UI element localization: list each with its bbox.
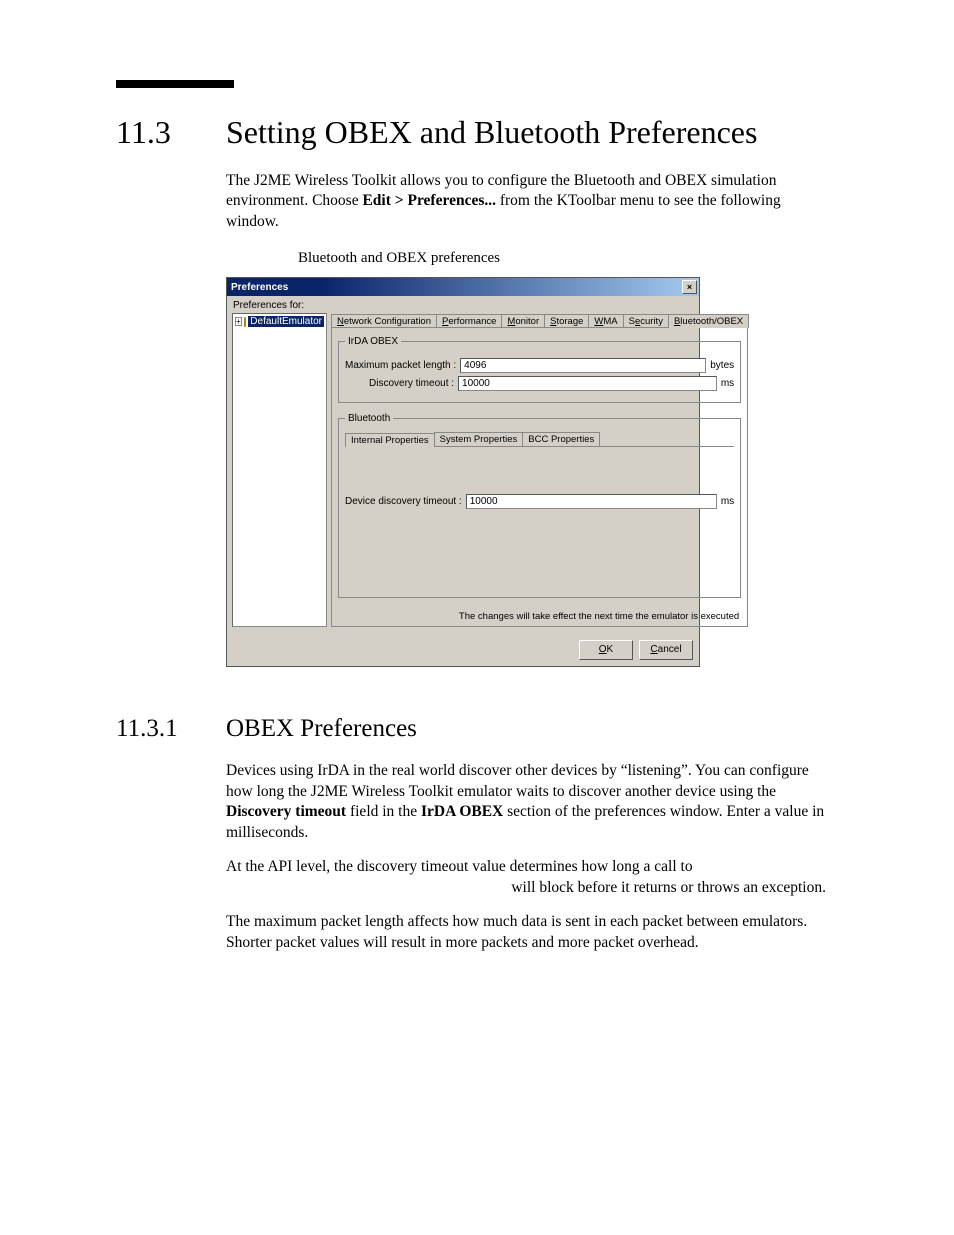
tree-node-label: DefaultEmulator [248,316,324,327]
bluetooth-legend: Bluetooth [345,413,393,424]
irda-obex-group: IrDA OBEX Maximum packet length : bytes … [338,336,741,403]
menu-path-bold: Edit > Preferences... [362,192,496,209]
subsection-paragraph-2: At the API level, the discovery timeout … [226,857,826,898]
subtab-system-properties[interactable]: System Properties [434,432,524,446]
preferences-window: Preferences × Preferences for: + Default… [226,277,700,667]
subtab-internal-properties[interactable]: Internal Properties [345,433,435,447]
folder-icon [244,317,247,327]
bluetooth-subtabs: Internal Properties System Properties BC… [345,432,734,447]
device-discovery-unit: ms [721,496,734,507]
section-heading: 11.3 Setting OBEX and Bluetooth Preferen… [116,114,868,151]
section-paragraph-1: The J2ME Wireless Toolkit allows you to … [226,171,826,232]
window-titlebar: Preferences × [227,278,699,296]
subsection-heading: 11.3.1 OBEX Preferences [116,715,868,743]
figure-caption: Bluetooth and OBEX preferences [298,250,826,267]
text: Devices using IrDA in the real world dis… [226,762,809,799]
cancel-label: ancel [658,644,682,655]
bold-irda-obex: IrDA OBEX [421,803,503,820]
tab-storage[interactable]: Storage [544,314,589,327]
emulator-tree[interactable]: + DefaultEmulator [232,313,327,627]
subtab-bcc-properties[interactable]: BCC Properties [522,432,600,446]
ok-button[interactable]: OK [579,640,633,660]
tab-security[interactable]: Security [623,314,669,327]
tab-label: luetooth/OBEX [680,316,743,327]
tab-label: curity [640,316,663,327]
tree-node-default-emulator[interactable]: + DefaultEmulator [235,316,324,327]
cancel-button[interactable]: Cancel [639,640,693,660]
tab-label: torage [556,316,583,327]
max-packet-unit: bytes [710,360,734,371]
discovery-timeout-input[interactable] [458,376,717,391]
section-number: 11.3 [116,114,226,151]
tab-monitor[interactable]: Monitor [501,314,545,327]
footer-note: The changes will take effect the next ti… [338,608,741,622]
subsection-number: 11.3.1 [116,715,226,743]
section-title: Setting OBEX and Bluetooth Preferences [226,114,757,151]
expand-icon[interactable]: + [235,317,242,326]
tab-wma[interactable]: WMA [588,314,623,327]
close-icon[interactable]: × [682,280,697,294]
tab-network-configuration[interactable]: Network Configuration [331,314,437,327]
preferences-for-label: Preferences for: [227,296,699,313]
bold-discovery-timeout: Discovery timeout [226,803,346,820]
subsection-title: OBEX Preferences [226,715,417,743]
discovery-timeout-label: Discovery timeout : [369,378,454,389]
tab-performance[interactable]: Performance [436,314,502,327]
section-rule [116,80,234,88]
window-title: Preferences [231,282,288,293]
tab-bluetooth-obex[interactable]: Bluetooth/OBEX [668,314,749,328]
device-discovery-input[interactable] [466,494,717,509]
subsection-paragraph-1: Devices using IrDA in the real world dis… [226,761,826,843]
tab-label: MA [603,316,617,327]
irda-legend: IrDA OBEX [345,336,401,347]
tab-label: onitor [515,316,539,327]
discovery-timeout-unit: ms [721,378,734,389]
ok-label: K [607,644,614,655]
tab-label: erformance [448,316,496,327]
text: field in the [346,803,421,820]
bluetooth-group: Bluetooth Internal Properties System Pro… [338,413,741,598]
text: will block before it returns or throws a… [226,878,826,898]
text: At the API level, the discovery timeout … [226,858,693,875]
max-packet-input[interactable] [460,358,706,373]
device-discovery-label: Device discovery timeout : [345,496,462,507]
tab-label: etwork Configuration [344,316,431,327]
max-packet-label: Maximum packet length : [345,360,456,371]
subsection-paragraph-3: The maximum packet length affects how mu… [226,912,826,953]
main-tabs: Network Configuration Performance Monito… [331,313,748,328]
